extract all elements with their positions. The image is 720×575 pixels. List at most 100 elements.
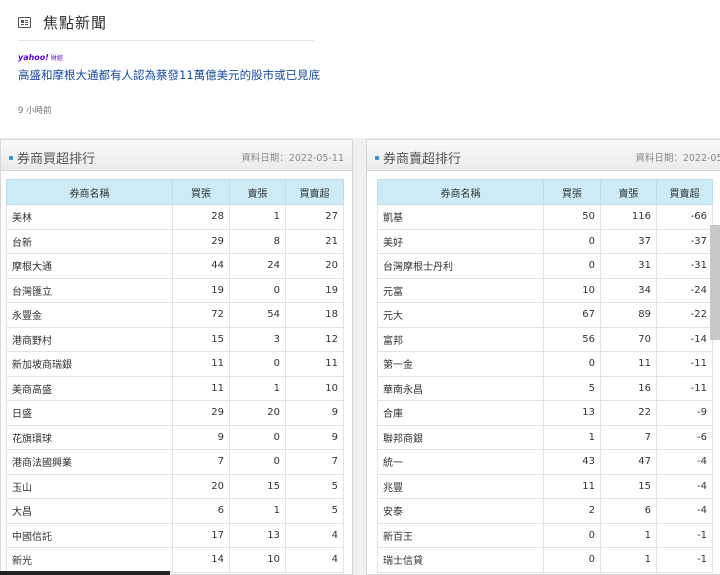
net-volume: 19 <box>285 277 344 303</box>
broker-name[interactable]: 大昌 <box>6 498 173 524</box>
table-row[interactable]: 華南永昌 5 16 -11 <box>377 375 713 401</box>
table-row[interactable]: 第一金 0 11 -11 <box>377 351 713 377</box>
table-row[interactable]: 永豐金 72 54 18 <box>6 302 344 328</box>
buy-volume: 10 <box>543 277 601 303</box>
article-timestamp: 9 小時前 <box>18 106 52 116</box>
table-row[interactable]: 台灣匯立 19 0 19 <box>6 277 344 303</box>
table-row[interactable]: 港商法國興業 7 0 7 <box>6 449 344 475</box>
sell-volume: 6 <box>600 498 657 524</box>
broker-name[interactable]: 摩根大通 <box>6 253 173 279</box>
buy-volume: 56 <box>543 326 601 352</box>
broker-name[interactable]: 元大 <box>377 302 544 328</box>
net-volume: 27 <box>285 204 344 230</box>
broker-name[interactable]: 兆豐 <box>377 473 544 499</box>
table-row[interactable]: 安泰 2 6 -4 <box>377 498 713 524</box>
broker-name[interactable]: 日盛 <box>6 400 173 426</box>
broker-name[interactable]: 新光 <box>6 547 173 573</box>
table-row[interactable]: 統一 43 47 -4 <box>377 449 713 475</box>
broker-name[interactable]: 安泰 <box>377 498 544 524</box>
broker-name[interactable]: 中國信託 <box>6 522 173 548</box>
table-row[interactable]: 美好 0 37 -37 <box>377 228 713 254</box>
table-row[interactable]: 元大 67 89 -22 <box>377 302 713 328</box>
table-row[interactable]: 凱基 50 116 -66 <box>377 204 713 230</box>
broker-name[interactable]: 合庫 <box>377 400 544 426</box>
table-row[interactable]: 大昌 6 1 5 <box>6 498 344 524</box>
table-row[interactable]: 聯邦商銀 1 7 -6 <box>377 424 713 450</box>
broker-name[interactable]: 花旗環球 <box>6 424 173 450</box>
buy-volume: 5 <box>543 375 601 401</box>
table-row[interactable]: 台灣摩根士丹利 0 31 -31 <box>377 253 713 279</box>
broker-name[interactable]: 凱基 <box>377 204 544 230</box>
col-sell[interactable]: 賣張 <box>229 179 286 205</box>
broker-name[interactable]: 台新 <box>6 228 173 254</box>
table-row[interactable]: 港商野村 15 3 12 <box>6 326 344 352</box>
broker-name[interactable]: 玉山 <box>6 473 173 499</box>
table-row[interactable]: 合庫 13 22 -9 <box>377 400 713 426</box>
broker-name[interactable]: 第一金 <box>377 351 544 377</box>
buy-volume: 11 <box>172 375 230 401</box>
table-row[interactable]: 玉山 20 15 5 <box>6 473 344 499</box>
sell-volume: 31 <box>600 253 657 279</box>
broker-name[interactable]: 元富 <box>377 277 544 303</box>
broker-name[interactable]: 富邦 <box>377 326 544 352</box>
table-row[interactable]: 新加坡商瑞銀 11 0 11 <box>6 351 344 377</box>
broker-name[interactable]: 台灣匯立 <box>6 277 173 303</box>
buy-volume: 14 <box>172 547 230 573</box>
col-broker[interactable]: 券商名稱 <box>6 179 173 205</box>
sell-volume: 15 <box>229 473 286 499</box>
broker-name[interactable]: 聯邦商銀 <box>377 424 544 450</box>
broker-name[interactable]: 瑞士信貸 <box>377 547 544 573</box>
table-row[interactable]: 花旗環球 9 0 9 <box>6 424 344 450</box>
sell-volume: 47 <box>600 449 657 475</box>
broker-name[interactable]: 華南永昌 <box>377 375 544 401</box>
net-volume: -1 <box>656 547 713 573</box>
sell-volume: 70 <box>600 326 657 352</box>
table-row[interactable]: 元富 10 34 -24 <box>377 277 713 303</box>
broker-name[interactable]: 永豐金 <box>6 302 173 328</box>
net-volume: 18 <box>285 302 344 328</box>
sell-volume: 116 <box>600 204 657 230</box>
sell-volume: 89 <box>600 302 657 328</box>
broker-name[interactable]: 港商野村 <box>6 326 173 352</box>
buy-volume: 2 <box>543 498 601 524</box>
col-net[interactable]: 買賣超 <box>285 179 344 205</box>
scrollbar-thumb[interactable] <box>710 225 720 340</box>
broker-name[interactable]: 港商法國興業 <box>6 449 173 475</box>
net-volume: 20 <box>285 253 344 279</box>
broker-name[interactable]: 新百王 <box>377 522 544 548</box>
col-sell[interactable]: 賣張 <box>600 179 657 205</box>
col-broker[interactable]: 券商名稱 <box>377 179 544 205</box>
broker-name[interactable]: 美商高盛 <box>6 375 173 401</box>
table-row[interactable]: 兆豐 11 15 -4 <box>377 473 713 499</box>
net-volume: 4 <box>285 547 344 573</box>
table-row[interactable]: 美商高盛 11 1 10 <box>6 375 344 401</box>
sell-volume: 54 <box>229 302 286 328</box>
table-row[interactable]: 日盛 29 20 9 <box>6 400 344 426</box>
table-row[interactable]: 新百王 0 1 -1 <box>377 522 713 548</box>
buy-volume: 0 <box>543 547 601 573</box>
broker-name[interactable]: 統一 <box>377 449 544 475</box>
table-row[interactable]: 摩根大通 44 24 20 <box>6 253 344 279</box>
sell-volume: 8 <box>229 228 286 254</box>
panel-title: 券商賣超排行 <box>383 152 462 167</box>
table-header-row: 券商名稱 買張 賣張 買賣超 <box>6 179 344 205</box>
col-buy[interactable]: 買張 <box>172 179 230 205</box>
table-row[interactable]: 富邦 56 70 -14 <box>377 326 713 352</box>
broker-name[interactable]: 台灣摩根士丹利 <box>377 253 544 279</box>
col-net[interactable]: 買賣超 <box>656 179 713 205</box>
col-buy[interactable]: 買張 <box>543 179 601 205</box>
table-row[interactable]: 美林 28 1 27 <box>6 204 344 230</box>
table-row[interactable]: 中國信託 17 13 4 <box>6 522 344 548</box>
broker-name[interactable]: 新加坡商瑞銀 <box>6 351 173 377</box>
table-row[interactable]: 台新 29 8 21 <box>6 228 344 254</box>
news-article-link[interactable]: 高盛和摩根大通都有人認為蔡發11萬億美元的股市或已見底 <box>18 67 320 83</box>
net-volume: -6 <box>656 424 713 450</box>
broker-name[interactable]: 美林 <box>6 204 173 230</box>
broker-name[interactable]: 美好 <box>377 228 544 254</box>
net-volume: -66 <box>656 204 713 230</box>
sell-volume: 10 <box>229 547 286 573</box>
table-row[interactable]: 新光 14 10 4 <box>6 547 344 573</box>
data-date: 資料日期：2022-05-11 <box>241 153 344 164</box>
net-volume: 5 <box>285 473 344 499</box>
table-row[interactable]: 瑞士信貸 0 1 -1 <box>377 547 713 573</box>
